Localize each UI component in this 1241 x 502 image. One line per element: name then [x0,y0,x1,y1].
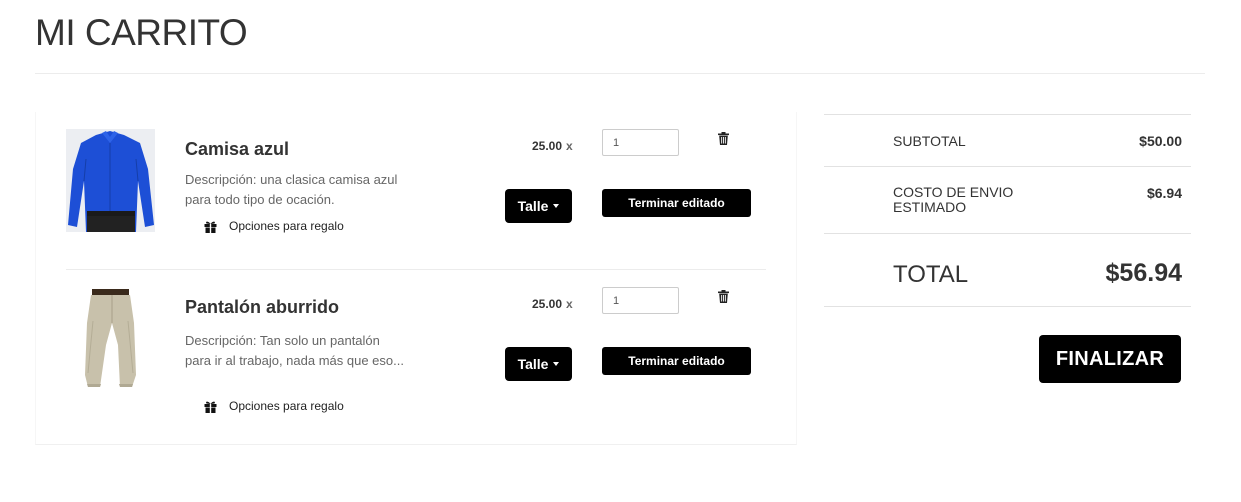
cart-items-panel: Camisa azul Descripción: una clasica cam… [35,112,797,445]
item-price-value: 25.00 [532,139,563,153]
quantity-input[interactable] [602,287,679,314]
cart-item: Pantalón aburrido Descripción: Tan solo … [36,270,796,444]
summary-divider [824,306,1191,307]
blue-shirt-image [66,129,155,232]
checkout-button[interactable]: FINALIZAR [1039,335,1181,383]
gift-options-label: Opciones para regalo [229,219,344,233]
total-value: $56.94 [1105,259,1182,287]
size-dropdown-button[interactable]: Talle [505,347,572,381]
summary-divider [824,233,1191,234]
item-description: Descripción: Tan solo un pantalón para i… [185,333,404,368]
size-label: Talle [517,356,549,372]
gift-icon [204,221,217,233]
price-multiplier: x [566,139,573,153]
quantity-input[interactable] [602,129,679,156]
finish-editing-button[interactable]: Terminar editado [602,347,751,375]
gift-options-link[interactable]: Opciones para regalo [204,399,344,413]
summary-divider [824,114,1191,115]
item-description: Descripción: una clasica camisa azul par… [185,172,398,207]
item-price: 25.00 x [532,297,573,311]
size-label: Talle [517,198,549,214]
gift-icon [204,401,217,413]
page-title: MI CARRITO [35,12,248,53]
subtotal-value: $50.00 [1139,133,1182,149]
summary-divider [824,166,1191,167]
cart-item: Camisa azul Descripción: una clasica cam… [36,112,796,269]
size-dropdown-button[interactable]: Talle [505,189,572,223]
title-divider [35,73,1205,74]
item-name[interactable]: Pantalón aburrido [185,297,339,318]
shipping-label: COSTO DE ENVIO ESTIMADO [893,184,1014,215]
item-name[interactable]: Camisa azul [185,139,289,160]
khaki-pants-image [66,283,155,389]
trash-icon[interactable] [718,290,729,303]
item-price-value: 25.00 [532,297,563,311]
total-label: TOTAL [893,261,969,288]
gift-options-link[interactable]: Opciones para regalo [204,219,344,233]
price-multiplier: x [566,297,573,311]
subtotal-label: SUBTOTAL [893,133,966,149]
gift-options-label: Opciones para regalo [229,399,344,413]
item-price: 25.00 x [532,139,573,153]
trash-icon[interactable] [718,132,729,145]
caret-down-icon [553,362,560,366]
finish-editing-button[interactable]: Terminar editado [602,189,751,217]
shipping-value: $6.94 [1146,185,1182,201]
caret-down-icon [553,204,560,208]
